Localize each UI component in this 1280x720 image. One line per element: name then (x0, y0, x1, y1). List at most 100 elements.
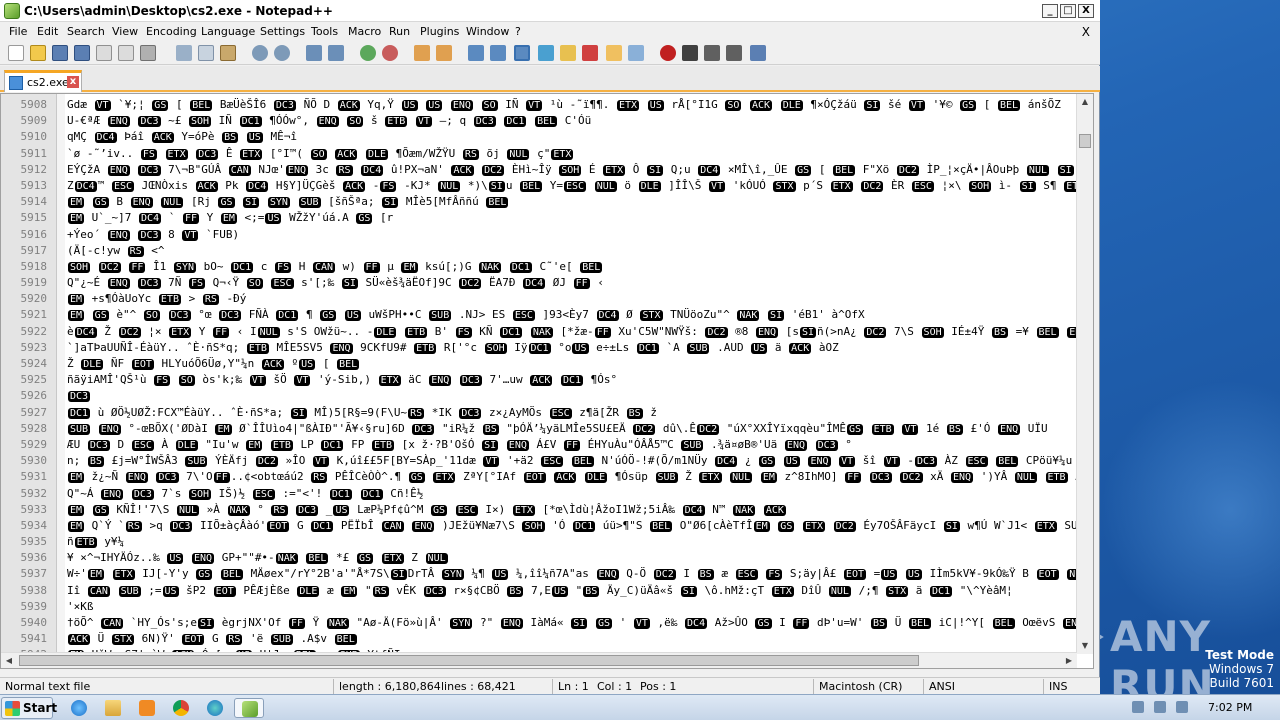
menu-settings[interactable]: Settings (260, 25, 305, 38)
minimize-button[interactable]: _ (1042, 4, 1058, 18)
menu-language[interactable]: Language (201, 25, 255, 38)
folder-workspace-icon[interactable] (606, 45, 622, 61)
menu-file[interactable]: File (9, 25, 27, 38)
editor-line[interactable]: 5937 W÷' EM ETX IJ[-Y'y GS BEL MÄøex"/rY°2… (1, 566, 1077, 582)
editor-line[interactable]: 5919 Q"¿~É ENQ DC3 7Ñ FS Q¬‹Ÿ SO ESC s'[;… (1, 275, 1077, 291)
tray-volume-icon[interactable] (1176, 701, 1188, 713)
editor-area[interactable]: 5908 Gdæ VT `¥;¦ GS [ BEL BæÜèŠÎ6 DC3 ÑÕ … (0, 93, 1094, 669)
tray-network-icon[interactable] (1154, 701, 1166, 713)
menu-macro[interactable]: Macro (348, 25, 381, 38)
start-button[interactable]: Start (1, 697, 57, 719)
menu-plugins[interactable]: Plugins (420, 25, 459, 38)
editor-line[interactable]: 5932 Q"~Á ENQ DC3 7`s SOH IŠ)½ ESC :="<'!… (1, 486, 1077, 502)
editor-line[interactable]: 5912 EÝÇžA ENQ DC3 7\¬B"GÚÂ CAN NJœ' ENQ 3… (1, 162, 1077, 178)
stop-icon[interactable] (682, 45, 698, 61)
monitor-icon[interactable] (628, 45, 644, 61)
tab-cs2-exe[interactable]: cs2.exe x (4, 70, 82, 92)
editor-line[interactable]: 5916 +Ýeo´ ENQ DC3 8 VT `FUB) (1, 227, 1077, 243)
taskbar-explorer[interactable] (98, 698, 128, 718)
menu-run[interactable]: Run (389, 25, 410, 38)
cut-icon[interactable] (176, 45, 192, 61)
close-document-button[interactable]: X (1082, 25, 1090, 39)
zoom-out-icon[interactable] (382, 45, 398, 61)
copy-icon[interactable] (198, 45, 214, 61)
editor-line[interactable]: 5930 n; BS £j=W°ÎWŠÂ3 SUB ÝÈÄfj DC2 »ÎO V… (1, 453, 1077, 469)
tray-flag-icon[interactable] (1132, 701, 1144, 713)
editor-line[interactable]: 5938 Iî CAN SUB ;= US šP2 EOT PÊÆjÈße DLE … (1, 583, 1077, 599)
new-icon[interactable] (8, 45, 24, 61)
editor-line[interactable]: 5915 EM U`_~]7 DC4 ` FF Y EM <;= US WŽžY'ú… (1, 210, 1077, 226)
play-multi-icon[interactable] (726, 45, 742, 61)
editor-line[interactable]: 5941 ACK Ü STX 6N)Ÿ' EOT G RS 'ë SUB .A$v… (1, 631, 1077, 647)
find-icon[interactable] (306, 45, 322, 61)
word-wrap-icon[interactable] (468, 45, 484, 61)
editor-line[interactable]: 5931 EM ž¿~Ñ ENQ DC3 7\'O FF ..¢<obtœáú2 RS… (1, 469, 1077, 485)
replace-icon[interactable] (328, 45, 344, 61)
editor-line[interactable]: 5911 `ø -˜’iv.. FS ETX DC3 Ê ETX [°I™( SO… (1, 146, 1077, 162)
vertical-scroll-thumb[interactable] (1079, 134, 1091, 148)
editor-line[interactable]: 5917 (Ä[-c!yw RS <^ (1, 243, 1077, 259)
editor-line[interactable]: 5928 SUB ENQ °-œBÕX('ØDàI EM Ø`ÎÎUìo4|"ßÀ… (1, 421, 1077, 437)
function-list-icon[interactable] (582, 45, 598, 61)
maximize-button[interactable]: □ (1060, 4, 1076, 18)
taskbar-clock[interactable]: 7:02 PM (1208, 701, 1252, 714)
taskbar-notepadpp[interactable] (234, 698, 264, 718)
save-icon[interactable] (52, 45, 68, 61)
taskbar-chrome[interactable] (166, 698, 196, 718)
editor-line[interactable]: 5923 `]aTÞaUUÑÎ-ÉàüY.. ˆÈ·ñS*q; ETB MÎE5S… (1, 340, 1077, 356)
status-encoding[interactable]: ANSI (929, 680, 955, 693)
scroll-down-icon[interactable]: ▼ (1077, 638, 1093, 654)
udl-icon[interactable] (538, 45, 554, 61)
editor-line[interactable]: 5920 EM +s¶ÓàUoYc ETB > RS -Ðý (1, 291, 1077, 307)
close-window-button[interactable]: X (1078, 4, 1094, 18)
tab-close-button[interactable]: x (67, 76, 79, 88)
title-bar[interactable]: C:\Users\admin\Desktop\cs2.exe - Notepad… (0, 0, 1100, 22)
doc-map-icon[interactable] (560, 45, 576, 61)
menu-help[interactable]: ? (515, 25, 521, 38)
scroll-right-icon[interactable]: ▶ (1061, 653, 1077, 668)
menu-window[interactable]: Window (466, 25, 509, 38)
record-icon[interactable] (660, 45, 676, 61)
editor-line[interactable]: 5935 ñ ETB y¥¼ (1, 534, 1077, 550)
editor-line[interactable]: 5913 Z DC4 ™ ESC JŒNÒxis ACK Pk DC4 H§Y]ÜÇG… (1, 178, 1077, 194)
paste-icon[interactable] (220, 45, 236, 61)
horizontal-scroll-thumb[interactable] (19, 655, 919, 666)
vertical-scrollbar[interactable]: ▲ ▼ (1076, 94, 1093, 654)
close-all-icon[interactable] (118, 45, 134, 61)
taskbar-media-player[interactable] (132, 698, 162, 718)
status-eol[interactable]: Macintosh (CR) (819, 680, 902, 693)
editor-line[interactable]: 5933 EM GS KÑÎ!'7\S NUL »À NAK ° RS DC3 _… (1, 502, 1077, 518)
editor-line[interactable]: 5922 è DC4 Ž DC2 ¦× ETX Y FF ‹ I NUL s'S OW… (1, 324, 1077, 340)
status-insert-mode[interactable]: INS (1049, 680, 1067, 693)
editor-line[interactable]: 5940 †öÕ^ CAN `HY_Ós's;e SI ègrjNX'Of FF Ÿ… (1, 615, 1077, 631)
play-icon[interactable] (704, 45, 720, 61)
editor-line[interactable]: 5929 ÆU DC3 D ESC À DLE "Iu'w EM ETB LP D… (1, 437, 1077, 453)
editor-line[interactable]: 5914 EM GS B ENQ NUL [Rj GS SI SYN SUB [š… (1, 194, 1077, 210)
menu-view[interactable]: View (112, 25, 138, 38)
editor-line[interactable]: 5936 ¥ ×^¬IHYÄÓz..‰ US ENQ GP+""#•- NAK BE… (1, 550, 1077, 566)
menu-search[interactable]: Search (67, 25, 105, 38)
editor-line[interactable]: 5908 Gdæ VT `¥;¦ GS [ BEL BæÜèŠÎ6 DC3 ÑÕ … (1, 97, 1077, 113)
menu-encoding[interactable]: Encoding (146, 25, 197, 38)
undo-icon[interactable] (252, 45, 268, 61)
zoom-in-icon[interactable] (360, 45, 376, 61)
taskbar-ie[interactable] (64, 698, 94, 718)
sync-h-icon[interactable] (436, 45, 452, 61)
redo-icon[interactable] (274, 45, 290, 61)
sync-v-icon[interactable] (414, 45, 430, 61)
menu-tools[interactable]: Tools (311, 25, 338, 38)
scroll-up-icon[interactable]: ▲ (1077, 94, 1093, 110)
editor-line[interactable]: 5934 EM Q`Ý ` RS >q DC3 IIÕ±àçÂàó' EOT G DC… (1, 518, 1077, 534)
editor-line[interactable]: 5939 '×Kß (1, 599, 1077, 615)
editor-line[interactable]: 5927 DC1 ù ØÖ½UØŽ:FCX™ÉàüY.. ˆÈ·ñS*a; SI … (1, 405, 1077, 421)
open-icon[interactable] (30, 45, 46, 61)
close-icon[interactable] (96, 45, 112, 61)
editor-line[interactable]: 5918 SOH DC2 FF Î1 SYN bO~ DC1 c FS H CAN… (1, 259, 1077, 275)
horizontal-scrollbar[interactable]: ◀ ▶ (1, 652, 1077, 668)
all-chars-icon[interactable] (490, 45, 506, 61)
indent-guide-icon[interactable] (514, 45, 530, 61)
print-icon[interactable] (140, 45, 156, 61)
editor-line[interactable]: 5910 qMÇ DC4 Þáî ACK Y=óPè BS US MÊ¬î (1, 129, 1077, 145)
editor-line[interactable]: 5925 ñãÿiAMÎ'QŠ¹ù FS SO òs'k;‰ VT šÖ VT '… (1, 372, 1077, 388)
save-macro-icon[interactable] (750, 45, 766, 61)
